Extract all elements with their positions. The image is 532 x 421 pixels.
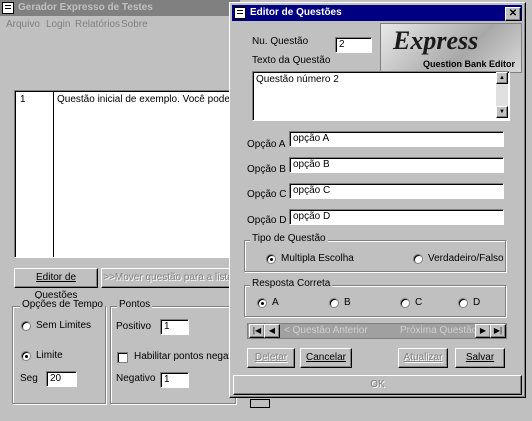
negative-label: Negativo: [116, 373, 156, 384]
answer-c-radio[interactable]: [400, 298, 410, 308]
list-row-number-col: [15, 91, 54, 257]
question-text-area[interactable]: Questão número 2 ▲ ▼: [252, 71, 510, 121]
answer-a-radio[interactable]: [257, 298, 267, 308]
move-question-button[interactable]: >>Mover questão para a lista: [101, 268, 235, 288]
limit-label: Limite: [36, 350, 63, 361]
option-b-label: Opção B: [247, 164, 286, 175]
main-title-bar[interactable]: Gerador Expresso de Testes: [0, 0, 240, 16]
seconds-label: Seg: [20, 373, 38, 384]
answer-a-label: A: [272, 297, 279, 308]
answer-b-label: B: [344, 297, 351, 308]
question-list[interactable]: 1 Questão inicial de exemplo. Você pode …: [14, 90, 254, 258]
question-editor-button-label: Editor de Questões: [34, 272, 78, 301]
next-icon: ▶: [479, 326, 487, 335]
logo-title: Express: [393, 26, 479, 55]
answer-d-radio[interactable]: [458, 298, 468, 308]
cancel-button[interactable]: Cancelar: [300, 348, 352, 368]
close-icon: ✕: [508, 8, 518, 19]
express-logo: Express Question Bank Editor: [380, 23, 522, 73]
app-icon: [2, 2, 14, 14]
option-d-input[interactable]: opção D: [289, 209, 504, 225]
main-window-title: Gerador Expresso de Testes: [18, 2, 153, 13]
seconds-input[interactable]: 20: [46, 371, 77, 387]
previous-icon: ◀: [268, 326, 276, 335]
scroll-up-icon: ▲: [499, 75, 505, 81]
answer-b-radio[interactable]: [329, 298, 339, 308]
question-number-input[interactable]: 2: [335, 37, 372, 53]
editor-title-bar[interactable]: Editor de Questões ✕: [232, 5, 522, 21]
scroll-down-button[interactable]: ▼: [496, 106, 508, 118]
scroll-down-icon: ▼: [499, 109, 505, 115]
background-control-fragment: [250, 399, 270, 408]
previous-question-text[interactable]: < Questão Anterior: [284, 325, 368, 336]
menu-relatorios[interactable]: Relatórios: [75, 19, 120, 30]
delete-button-label: Deletar: [254, 352, 288, 363]
option-c-input[interactable]: opção C: [289, 183, 504, 199]
ok-button-label: OK: [370, 379, 385, 390]
menu-arquivo[interactable]: Arquivo: [6, 19, 40, 30]
true-false-label: Verdadeiro/Falso: [428, 253, 504, 264]
true-false-radio[interactable]: [413, 254, 423, 264]
save-button[interactable]: Salvar: [455, 348, 505, 368]
answer-c-label: C: [415, 297, 423, 308]
multiple-choice-radio[interactable]: [266, 254, 276, 264]
question-type-title: Tipo de Questão: [250, 233, 328, 244]
multiple-choice-label: Multipla Escolha: [281, 253, 354, 264]
answer-d-label: D: [473, 297, 481, 308]
time-options-title: Opções de Tempo: [20, 299, 105, 310]
menu-bar: Arquivo Login Relatórios Sobre: [0, 18, 240, 32]
question-number-label: Nu. Questão: [252, 36, 309, 47]
move-question-button-label: >>Mover questão para a lista: [103, 272, 233, 283]
first-question-button[interactable]: |◀: [249, 324, 265, 338]
question-text-label: Texto da Questão: [252, 55, 331, 66]
no-limit-radio[interactable]: [21, 321, 31, 331]
option-a-label: Opção A: [247, 139, 286, 150]
question-editor-button[interactable]: Editor de Questões: [14, 268, 98, 301]
option-b-input[interactable]: opção B: [289, 157, 504, 173]
close-button[interactable]: ✕: [505, 7, 521, 21]
text-area-scrollbar[interactable]: ▲ ▼: [496, 72, 508, 118]
list-row-number: 1: [20, 94, 26, 105]
option-a-input[interactable]: opção A: [289, 131, 504, 147]
positive-points-input[interactable]: 1: [160, 319, 189, 335]
update-button-label: Atualizar: [403, 352, 443, 363]
editor-app-icon: [234, 7, 246, 19]
menu-login[interactable]: Login: [46, 19, 70, 30]
first-icon: |◀: [252, 326, 262, 335]
logo-subtitle: Question Bank Editor: [423, 59, 516, 69]
option-d-label: Opção D: [247, 215, 287, 226]
scroll-up-button[interactable]: ▲: [496, 72, 508, 84]
no-limit-label: Sem Limites: [36, 320, 92, 331]
menu-sobre[interactable]: Sobre: [121, 19, 148, 30]
question-editor-dialog: Editor de Questões ✕ Nu. Questão 2 Texto…: [229, 2, 526, 398]
negative-points-input[interactable]: 1: [160, 372, 189, 388]
update-button[interactable]: Atualizar: [398, 348, 448, 368]
correct-answer-title: Resposta Correta: [250, 278, 333, 289]
option-c-label: Opção C: [247, 189, 287, 200]
limit-radio[interactable]: [21, 351, 31, 361]
next-question-button[interactable]: ▶: [475, 324, 491, 338]
ok-button[interactable]: OK: [233, 375, 522, 395]
list-row-text[interactable]: Questão inicial de exemplo. Você pode ex…: [57, 94, 254, 105]
cancel-button-label: Cancelar: [305, 352, 347, 363]
save-button-label: Salvar: [465, 352, 495, 363]
editor-title: Editor de Questões: [250, 7, 342, 18]
delete-button[interactable]: Deletar: [247, 348, 295, 368]
positive-label: Positivo: [116, 321, 152, 332]
question-text-value: Questão número 2: [256, 74, 339, 85]
points-title: Pontos: [117, 299, 153, 310]
last-icon: ▶|: [493, 326, 503, 335]
last-question-button[interactable]: ▶|: [490, 324, 506, 338]
question-navigator: |◀ ◀ < Questão Anterior Próxima Questão …: [247, 323, 507, 339]
negative-points-checkbox[interactable]: [117, 352, 128, 363]
previous-question-button[interactable]: ◀: [264, 324, 280, 338]
next-question-text[interactable]: Próxima Questão >: [400, 325, 486, 336]
